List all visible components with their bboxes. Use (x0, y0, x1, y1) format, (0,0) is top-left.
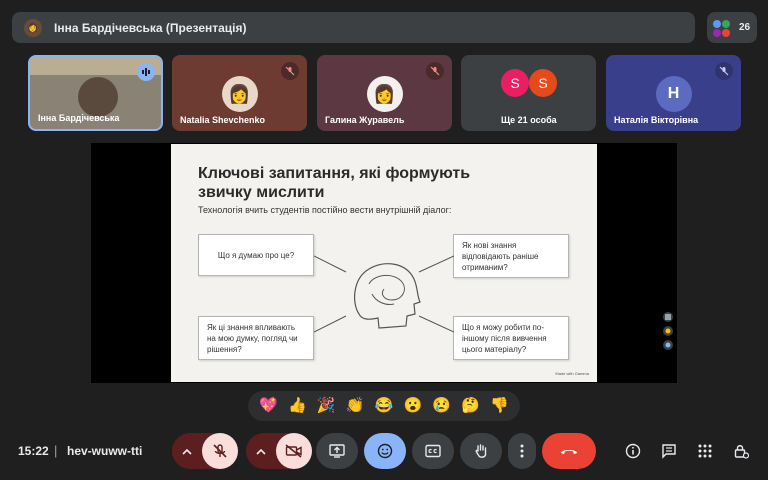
fullscreen-icon[interactable] (663, 326, 673, 336)
more-options-button[interactable] (508, 433, 536, 469)
participants-button[interactable]: 26 (707, 12, 757, 43)
participant-avatar: S (529, 69, 557, 97)
slide-heading: Ключові запитання, які формують звичку м… (198, 165, 471, 201)
separator: | (54, 443, 58, 458)
participant-name: Наталія Вікторівна (614, 115, 699, 125)
presentation-slide: Ключові запитання, які формують звичку м… (171, 144, 597, 382)
raise-hand-icon (475, 444, 487, 458)
participant-video (78, 77, 118, 117)
chat-icon (662, 444, 676, 459)
participant-tile-inna[interactable]: Інна Бардічевська (28, 55, 163, 131)
pin-icon[interactable] (663, 312, 673, 322)
info-icon (625, 443, 641, 459)
present-screen-icon (329, 444, 345, 458)
presentation-title: Інна Бардічевська (Презентація) (54, 20, 247, 35)
participant-tile-others[interactable]: S S Ще 21 особа (461, 55, 596, 131)
participant-name: Ще 21 особа (501, 115, 557, 125)
activities-button[interactable] (695, 441, 715, 461)
raise-hand-button[interactable] (460, 433, 502, 469)
participant-name: Інна Бардічевська (38, 113, 120, 123)
participant-tile-natalia-shevchenko[interactable]: 👩 Natalia Shevchenko (172, 55, 307, 131)
camera-toggle-button[interactable] (276, 433, 312, 469)
reactions-bar: 💖 👍 🎉 👏 😂 😮 😢 🤔 👎 (248, 391, 520, 421)
participant-name: Natalia Shevchenko (180, 115, 266, 125)
participant-name: Галина Журавель (325, 115, 405, 125)
end-call-button[interactable] (542, 433, 596, 469)
participants-avatars-icon (713, 18, 733, 38)
participant-tile-natalia-viktorivna[interactable]: H Наталія Вікторівна (606, 55, 741, 131)
reaction-laugh[interactable]: 😂 (375, 397, 394, 415)
participants-count: 26 (739, 22, 751, 33)
captions-button[interactable] (412, 433, 454, 469)
camera-off-icon (285, 444, 302, 458)
participant-avatar: 👩 (366, 76, 403, 112)
end-call-icon (561, 450, 577, 454)
reaction-heart[interactable]: 💖 (259, 397, 278, 415)
activities-icon (698, 444, 712, 458)
captions-icon (425, 444, 441, 458)
presentation-title-bar[interactable]: 👩 Інна Бардічевська (Презентація) (12, 12, 695, 43)
meeting-info-button[interactable] (623, 441, 643, 461)
reaction-sad[interactable]: 😢 (432, 397, 451, 415)
more-stage-icon[interactable] (663, 340, 673, 350)
more-options-icon (520, 444, 524, 458)
stage-side-controls (663, 312, 677, 354)
head-diagram-icon (314, 255, 454, 333)
audio-settings-chevron[interactable] (172, 433, 202, 469)
clock-time: 15:22 (18, 444, 49, 458)
present-screen-button[interactable] (316, 433, 358, 469)
reaction-clap[interactable]: 👏 (346, 397, 365, 415)
emoji-reactions-button[interactable] (364, 433, 406, 469)
participant-avatar: 👩 (221, 76, 258, 112)
reaction-surprised[interactable]: 😮 (403, 397, 422, 415)
meeting-code: hev-wuww-tti (67, 444, 143, 458)
mic-toggle-button[interactable] (202, 433, 238, 469)
chevron-up-icon (256, 448, 266, 455)
host-controls-icon (734, 445, 749, 459)
presenter-avatar-icon: 👩 (24, 18, 42, 37)
question-box-3: Як ці знання впливають на мою думку, пог… (198, 316, 314, 360)
question-box-1: Що я думаю про це? (198, 234, 314, 276)
participant-avatar: S (501, 69, 529, 97)
question-box-4: Що я можу робити по-іншому після вивченн… (453, 316, 569, 360)
video-settings-chevron[interactable] (246, 433, 276, 469)
question-box-2: Як нові знання відповідають раніше отрим… (453, 234, 569, 278)
slide-subtitle: Технологія вчить студентів постійно вест… (198, 205, 452, 215)
mic-off-icon (213, 444, 227, 458)
mic-off-icon (426, 62, 444, 80)
participant-avatar: H (655, 76, 692, 112)
reaction-party[interactable]: 🎉 (317, 397, 336, 415)
chat-button[interactable] (659, 441, 679, 461)
chevron-up-icon (182, 448, 192, 455)
mic-off-icon (281, 62, 299, 80)
slide-footer: Made with Gamma (555, 371, 589, 376)
emoji-icon (377, 443, 393, 459)
reaction-thinking[interactable]: 🤔 (461, 397, 480, 415)
mic-off-icon (715, 62, 733, 80)
host-controls-button[interactable] (731, 441, 751, 461)
reaction-thumbs-down[interactable]: 👎 (490, 397, 509, 415)
reaction-thumbs-up[interactable]: 👍 (288, 397, 307, 415)
speaking-indicator-icon (137, 63, 155, 81)
participant-tile-halyna-zhuravel[interactable]: 👩 Галина Журавель (317, 55, 452, 131)
